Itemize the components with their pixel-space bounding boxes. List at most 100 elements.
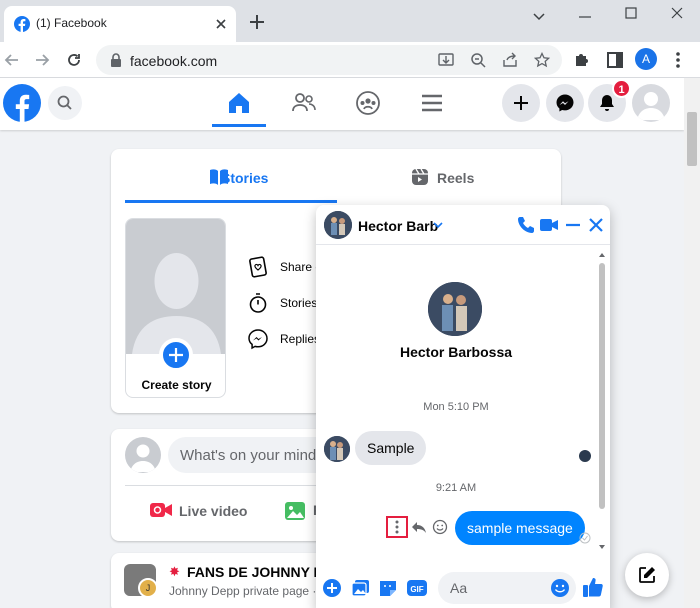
chat-compose-bar: GIF Aa bbox=[316, 567, 610, 608]
tab-stories-label: Stories bbox=[221, 170, 269, 186]
new-tab-icon[interactable] bbox=[247, 12, 267, 32]
facebook-logo-icon[interactable] bbox=[3, 84, 41, 122]
create-story-label: Create story bbox=[141, 378, 212, 392]
nav-home-tab[interactable] bbox=[212, 78, 266, 130]
group-subtitle[interactable]: Johnny Depp private page · bbox=[169, 584, 316, 598]
emoji-icon[interactable] bbox=[550, 578, 570, 598]
photo-avatar-icon bbox=[324, 211, 352, 239]
side-panel-icon[interactable] bbox=[605, 50, 625, 70]
close-chat-icon[interactable] bbox=[586, 215, 606, 235]
minimize-window-icon[interactable] bbox=[562, 4, 608, 34]
video-call-icon[interactable] bbox=[539, 215, 559, 235]
gif-icon[interactable]: GIF bbox=[406, 578, 427, 598]
composer-avatar[interactable] bbox=[125, 437, 161, 473]
more-vertical-icon[interactable] bbox=[668, 50, 688, 70]
home-icon bbox=[229, 93, 249, 113]
photo-avatar-icon bbox=[324, 436, 350, 462]
nav-groups-tab[interactable] bbox=[341, 78, 395, 130]
chat-scrollbar[interactable] bbox=[596, 251, 608, 551]
reply-icon[interactable] bbox=[410, 518, 428, 536]
close-tab-icon[interactable] bbox=[212, 15, 230, 33]
sent-check-icon bbox=[579, 532, 591, 544]
photo-card-icon bbox=[249, 256, 267, 278]
scroll-down-arrow-icon[interactable] bbox=[598, 543, 606, 551]
friends-icon bbox=[292, 93, 316, 112]
back-arrow-icon[interactable] bbox=[2, 50, 22, 70]
attach-photo-icon[interactable] bbox=[351, 578, 371, 598]
voice-call-icon[interactable] bbox=[516, 215, 536, 235]
maximize-window-icon[interactable] bbox=[608, 4, 654, 34]
groups-icon bbox=[356, 91, 380, 115]
photo-icon bbox=[285, 502, 305, 520]
account-avatar[interactable] bbox=[632, 84, 670, 122]
group-author-avatar[interactable]: J bbox=[138, 578, 158, 598]
scroll-up-arrow-icon[interactable] bbox=[598, 251, 606, 259]
search-button[interactable] bbox=[48, 86, 82, 120]
messenger-button[interactable] bbox=[546, 84, 584, 122]
more-actions-plus-icon[interactable] bbox=[322, 578, 342, 598]
chevron-down-icon[interactable] bbox=[433, 220, 443, 230]
zoom-icon[interactable] bbox=[470, 52, 486, 68]
page-scrollbar-thumb[interactable] bbox=[687, 112, 697, 166]
address-bar[interactable]: facebook.com bbox=[96, 45, 562, 75]
message-input-placeholder: Aa bbox=[450, 580, 468, 596]
thumbs-up-icon[interactable] bbox=[582, 576, 604, 598]
install-app-icon[interactable] bbox=[438, 52, 454, 68]
message-timestamp: 9:21 AM bbox=[435, 482, 477, 494]
more-vertical-icon bbox=[395, 520, 399, 534]
incoming-message-avatar[interactable] bbox=[324, 436, 350, 462]
photo-video-button[interactable]: P bbox=[283, 499, 322, 523]
stopwatch-icon bbox=[249, 293, 267, 313]
new-message-button[interactable] bbox=[625, 553, 669, 597]
default-avatar-icon bbox=[637, 92, 665, 120]
chat-messages-area: Hector Barbossa Mon 5:10 PM Sample 9:21 … bbox=[316, 246, 610, 566]
react-smiley-icon[interactable] bbox=[432, 519, 448, 535]
default-avatar-icon bbox=[132, 253, 221, 354]
close-window-icon[interactable] bbox=[654, 4, 700, 34]
nav-menu-tab[interactable] bbox=[405, 78, 459, 130]
explosion-emoji-icon: ✸ bbox=[169, 564, 180, 579]
sticker-icon[interactable] bbox=[378, 578, 398, 598]
active-tab-indicator bbox=[212, 124, 266, 127]
messenger-icon bbox=[556, 94, 574, 112]
extensions-puzzle-icon[interactable] bbox=[572, 50, 592, 70]
plus-icon bbox=[169, 348, 183, 362]
chat-profile-avatar[interactable] bbox=[428, 282, 482, 336]
tab-reels-label: Reels bbox=[437, 170, 475, 186]
message-input[interactable]: Aa bbox=[438, 572, 576, 604]
share-icon[interactable] bbox=[502, 52, 518, 68]
message-more-options-button[interactable] bbox=[386, 516, 408, 538]
stories-timer-text: Stories bbox=[280, 296, 318, 310]
create-story-placeholder-image bbox=[126, 219, 225, 354]
share-stories-row: Share e bbox=[247, 256, 327, 278]
browser-tab[interactable]: (1) Facebook bbox=[4, 6, 236, 42]
compose-edit-icon bbox=[639, 567, 655, 583]
reload-icon[interactable] bbox=[64, 50, 84, 70]
nav-friends-tab[interactable] bbox=[277, 78, 331, 130]
create-button[interactable] bbox=[502, 84, 540, 122]
stories-timer-row: Stories bbox=[247, 292, 327, 314]
live-video-button[interactable]: Live video bbox=[149, 497, 269, 525]
chat-contact-name[interactable]: Hector Barb bbox=[358, 218, 438, 234]
create-story-card[interactable]: Create story bbox=[125, 218, 226, 398]
chat-contact-avatar[interactable] bbox=[324, 211, 352, 239]
svg-text:GIF: GIF bbox=[410, 585, 423, 594]
group-name[interactable]: FANS DE JOHNNY DE bbox=[187, 564, 333, 580]
bell-icon bbox=[600, 95, 614, 111]
forward-arrow-icon[interactable] bbox=[32, 50, 52, 70]
lock-icon[interactable] bbox=[110, 53, 122, 67]
minimize-chat-icon[interactable] bbox=[563, 215, 583, 235]
chat-header: Hector Barb bbox=[316, 205, 610, 245]
search-icon bbox=[57, 95, 72, 110]
chat-scrollbar-thumb[interactable] bbox=[599, 263, 605, 509]
facebook-favicon-icon bbox=[14, 16, 30, 32]
incoming-message-bubble[interactable]: Sample bbox=[355, 431, 427, 465]
page-scrollbar[interactable] bbox=[684, 78, 700, 608]
bookmark-star-icon[interactable] bbox=[534, 52, 550, 68]
outgoing-message-bubble[interactable]: sample message bbox=[455, 511, 585, 545]
chevron-down-icon[interactable] bbox=[516, 4, 562, 34]
browser-profile-avatar[interactable]: A bbox=[635, 48, 657, 70]
live-video-icon bbox=[150, 503, 172, 517]
create-story-plus-button[interactable] bbox=[159, 338, 193, 372]
photo-avatar-icon bbox=[428, 282, 482, 336]
